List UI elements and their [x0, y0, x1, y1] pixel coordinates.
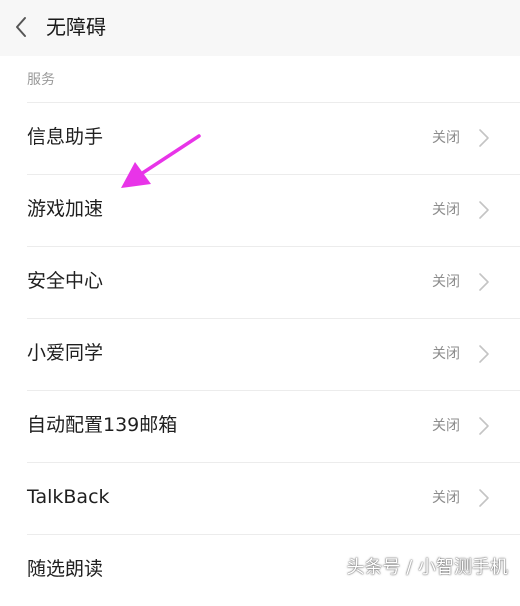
app-header: 无障碍	[0, 0, 520, 56]
section-label-services: 服务	[27, 72, 55, 88]
chevron-right-icon	[479, 417, 489, 435]
list-item-status: 关闭	[432, 490, 460, 506]
list-item-talkback[interactable]: TalkBack 关闭	[0, 462, 520, 534]
list-item-status: 关闭	[432, 346, 460, 362]
chevron-right-icon	[479, 201, 489, 219]
list-item-label: 游戏加速	[27, 198, 104, 220]
list-item-status: 关闭	[432, 202, 460, 218]
list-item-xiaoai[interactable]: 小爱同学 关闭	[0, 318, 520, 390]
list-item-status: 关闭	[432, 274, 460, 290]
row-divider	[27, 318, 520, 319]
row-divider	[27, 534, 520, 535]
list-item-label: 信息助手	[27, 126, 104, 148]
list-item-label: 自动配置139邮箱	[27, 414, 178, 436]
row-divider	[27, 246, 520, 247]
list-item-status: 关闭	[432, 130, 460, 146]
list-item-label: 随选朗读	[27, 558, 104, 580]
chevron-right-icon	[479, 273, 489, 291]
list-item-security-center[interactable]: 安全中心 关闭	[0, 246, 520, 318]
list-item-status: 关闭	[432, 418, 460, 434]
list-item-label: TalkBack	[27, 486, 110, 508]
list-item-info-assistant[interactable]: 信息助手 关闭	[0, 102, 520, 174]
list-item-label: 安全中心	[27, 270, 104, 292]
page-title: 无障碍	[46, 15, 106, 39]
back-button[interactable]	[6, 8, 36, 46]
chevron-right-icon	[479, 489, 489, 507]
row-divider	[27, 174, 520, 175]
row-divider	[27, 462, 520, 463]
chevron-right-icon	[479, 345, 489, 363]
chevron-right-icon	[479, 129, 489, 147]
list-item-game-booster[interactable]: 游戏加速 关闭	[0, 174, 520, 246]
chevron-left-icon	[16, 17, 26, 37]
list-item-139-mail[interactable]: 自动配置139邮箱 关闭	[0, 390, 520, 462]
watermark: 头条号 / 小智测手机	[346, 557, 508, 578]
list-item-label: 小爱同学	[27, 342, 104, 364]
row-divider	[27, 102, 520, 103]
row-divider	[27, 390, 520, 391]
settings-list: 信息助手 关闭 游戏加速 关闭 安全中心 关闭 小爱同学 关闭 自动配置139邮…	[0, 102, 520, 606]
